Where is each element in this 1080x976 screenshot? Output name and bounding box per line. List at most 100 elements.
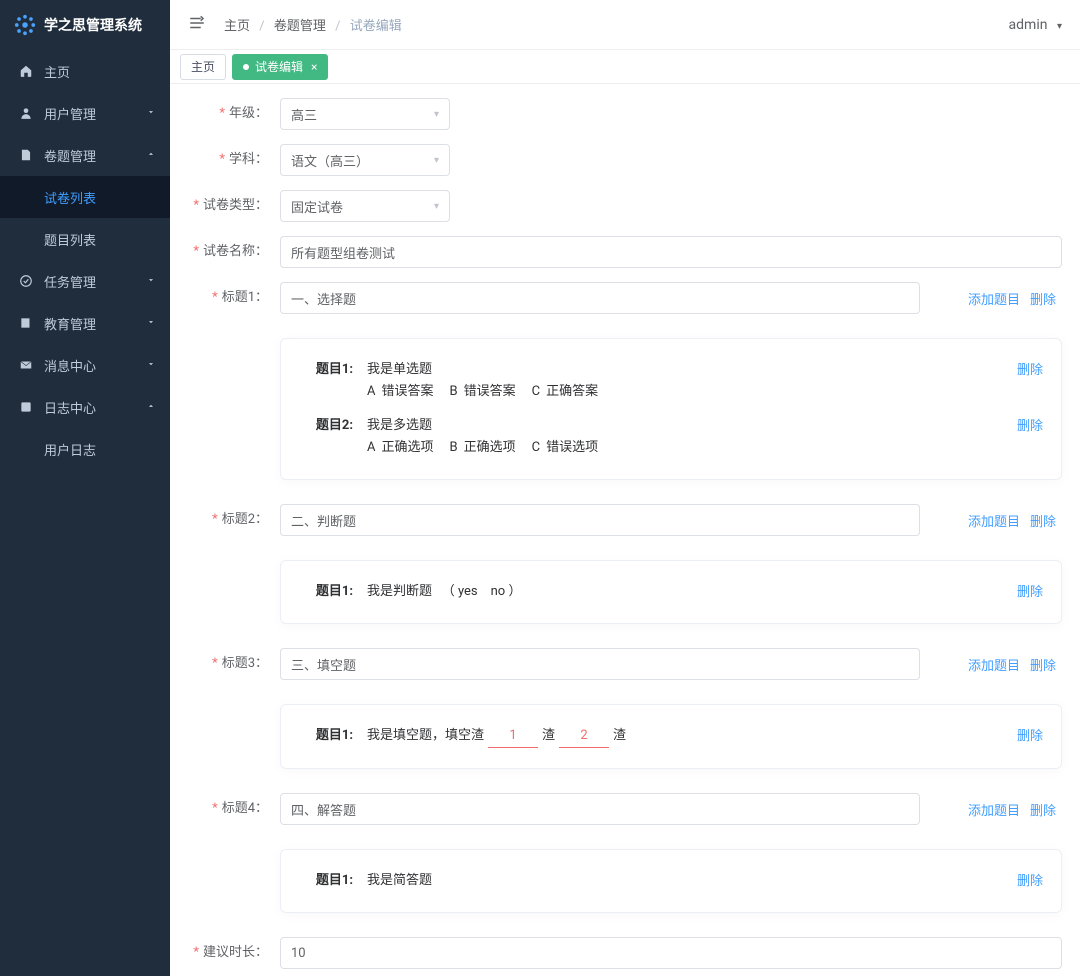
question-options: A错误答案B错误答案C正确答案 [367,381,1017,403]
input-paper-name[interactable]: 所有题型组卷测试 [280,236,1062,268]
sidebar-item-paper-manage[interactable]: 卷题管理 [0,134,170,176]
delete-section-link[interactable]: 删除 [1030,511,1056,530]
topbar: 主页 / 卷题管理 / 试卷编辑 admin ▾ [170,0,1080,50]
mail-icon [18,357,34,373]
question-row: 题目1:我是单选题A错误答案B错误答案C正确答案删除 [299,353,1043,409]
input-section-title[interactable]: 三、填空题 [280,648,920,680]
brand: 学之思管理系统 [0,0,170,50]
question-card: 题目1:我是填空题，填空渣1渣2渣删除 [280,704,1062,769]
caret-down-icon: ▾ [1057,21,1062,32]
select-paper-type[interactable]: 固定试卷 ▾ [280,190,450,222]
sidebar-item-message-center[interactable]: 消息中心 [0,344,170,386]
hamburger-icon[interactable] [188,14,206,36]
question-card: 题目1:我是判断题 （ yes no ）删除 [280,560,1062,624]
sidebar-item-edu-manage[interactable]: 教育管理 [0,302,170,344]
row-section-title: 标题4： 四、解答题 添加题目 删除 [188,793,1062,825]
sidebar-item-paper-list[interactable]: 试卷列表 [0,176,170,218]
sidebar-item-task-manage[interactable]: 任务管理 [0,260,170,302]
breadcrumb: 主页 / 卷题管理 / 试卷编辑 [224,15,1009,34]
tab-home[interactable]: 主页 [180,54,226,80]
section-actions: 添加题目 删除 [968,800,1062,819]
form-page: 年级： 高三▾ 学科： 语文（高三）▾ 试卷类型： 固定试卷 ▾ 试卷名称： 所有… [170,84,1080,976]
sidebar-item-home[interactable]: 主页 [0,50,170,92]
input-section-title[interactable]: 二、判断题 [280,504,920,536]
label-section: 标题2： [188,504,280,536]
question-card: 题目1:我是单选题A错误答案B错误答案C正确答案删除题目2:我是多选题A正确选项… [280,338,1062,480]
brand-title: 学之思管理系统 [44,15,142,35]
input-suggest-time[interactable]: 10 [280,937,1062,969]
sidebar-item-label: 消息中心 [44,356,96,375]
fill-text: 我是填空题，填空渣 [367,728,484,743]
question-stem: 我是单选题 [367,359,1017,381]
label-subject: 学科： [188,144,280,176]
row-grade: 年级： 高三▾ [188,98,1062,130]
delete-question-link[interactable]: 删除 [1017,581,1043,600]
sidebar-item-question-list[interactable]: 题目列表 [0,218,170,260]
select-subject[interactable]: 语文（高三）▾ [280,144,450,176]
close-icon[interactable]: × [311,60,317,74]
label-paper-type: 试卷类型： [188,190,280,222]
delete-question-link[interactable]: 删除 [1017,415,1043,434]
tab-edit[interactable]: 试卷编辑 × [232,54,328,80]
question-body: 我是判断题 （ yes no ） [367,581,1017,603]
option-key: C [532,440,540,455]
delete-question-link[interactable]: 删除 [1017,870,1043,889]
user-menu[interactable]: admin ▾ [1009,17,1062,33]
row-questions: 题目1:我是单选题A错误答案B错误答案C正确答案删除题目2:我是多选题A正确选项… [188,328,1062,490]
sidebar-sub-paper: 试卷列表 题目列表 [0,176,170,260]
sidebar-item-user-manage[interactable]: 用户管理 [0,92,170,134]
add-question-link[interactable]: 添加题目 [968,655,1020,674]
label-paper-name: 试卷名称： [188,236,280,268]
add-question-link[interactable]: 添加题目 [968,800,1020,819]
section-block: 题目1:我是判断题 （ yes no ）删除 [280,550,1062,634]
delete-section-link[interactable]: 删除 [1030,655,1056,674]
tab-label: 试卷编辑 [255,58,303,75]
select-value: 高三 [291,105,317,124]
input-value: 10 [291,946,306,961]
delete-question-link[interactable]: 删除 [1017,725,1043,744]
option: C正确答案 [532,381,598,403]
question-label: 题目1: [299,870,353,892]
delete-question-link[interactable]: 删除 [1017,359,1043,378]
input-value: 所有题型组卷测试 [291,243,395,262]
option-key: B [450,440,458,455]
logo-icon [14,14,36,36]
delete-section-link[interactable]: 删除 [1030,289,1056,308]
delete-section-link[interactable]: 删除 [1030,800,1056,819]
fill-blank: 1 [488,725,538,748]
option-text: 正确选项 [464,440,516,455]
option-key: A [367,384,375,399]
breadcrumb-home[interactable]: 主页 [224,19,250,34]
sidebar-item-label: 任务管理 [44,272,96,291]
fill-blank: 2 [559,725,609,748]
row-section-title: 标题3： 三、填空题 添加题目 删除 [188,648,1062,680]
add-question-link[interactable]: 添加题目 [968,289,1020,308]
section-block: 题目1:我是填空题，填空渣1渣2渣删除 [280,694,1062,779]
question-label: 题目1: [299,359,353,381]
row-questions: 题目1:我是判断题 （ yes no ）删除 [188,550,1062,634]
sidebar-item-log-center[interactable]: 日志中心 [0,386,170,428]
caret-down-icon: ▾ [434,201,439,212]
select-grade[interactable]: 高三▾ [280,98,450,130]
input-section-title[interactable]: 四、解答题 [280,793,920,825]
task-icon [18,273,34,289]
active-dot-icon [243,64,249,70]
sidebar-item-user-log[interactable]: 用户日志 [0,428,170,470]
question-label: 题目2: [299,415,353,437]
add-question-link[interactable]: 添加题目 [968,511,1020,530]
user-icon [18,105,34,121]
input-section-title[interactable]: 一、选择题 [280,282,920,314]
chevron-up-icon [146,148,156,163]
breadcrumb-paper[interactable]: 卷题管理 [274,19,326,34]
select-value: 固定试卷 [291,197,343,216]
question-row: 题目1:我是判断题 （ yes no ）删除 [299,575,1043,609]
option-key: B [450,384,458,399]
option: A错误答案 [367,381,434,403]
row-paper-type: 试卷类型： 固定试卷 ▾ [188,190,1062,222]
fill-text: 渣 [542,728,555,743]
label-section: 标题3： [188,648,280,680]
main-content: 主页 / 卷题管理 / 试卷编辑 admin ▾ 主页 试卷编辑 × [170,0,1080,976]
question-stem: 我是多选题 [367,415,1017,437]
chevron-down-icon [146,274,156,289]
input-value: 一、选择题 [291,289,356,308]
